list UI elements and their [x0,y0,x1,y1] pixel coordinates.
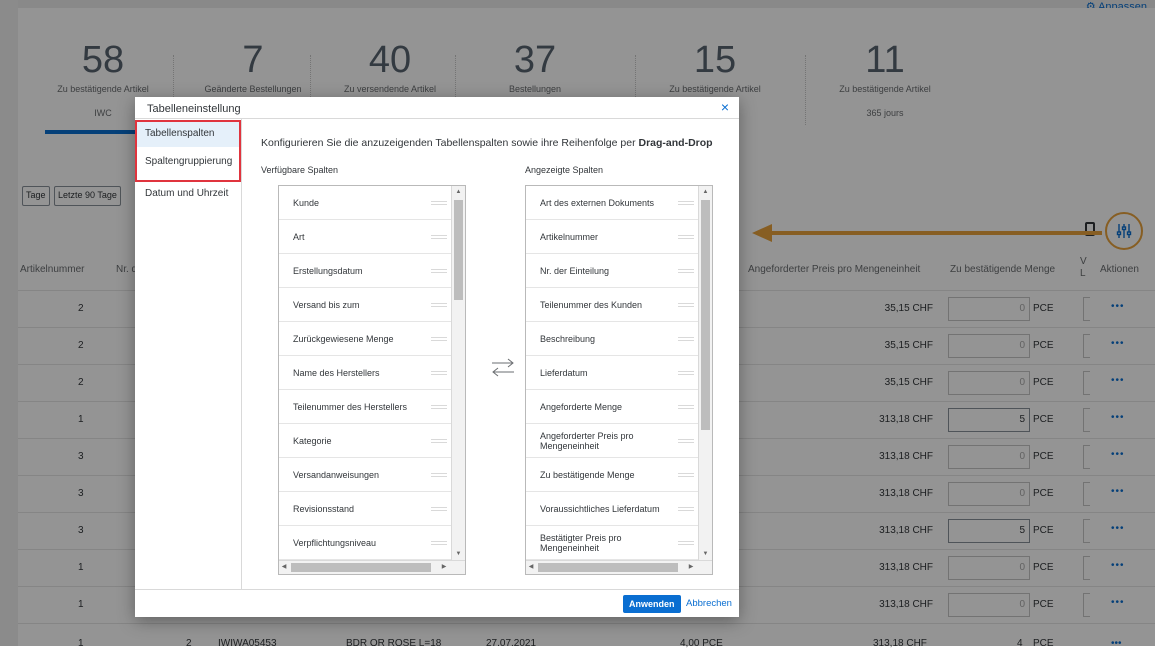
available-column-item[interactable]: Art [279,220,451,254]
column-name: Nr. der Einteilung [540,266,610,276]
available-column-item[interactable]: Revisionsstand [279,492,451,526]
drag-handle-icon[interactable] [431,405,447,409]
scroll-thumb[interactable] [291,563,431,572]
scroll-down-icon[interactable]: ▼ [699,548,712,560]
displayed-hscroll[interactable]: ◀ ▶ [526,560,712,574]
nav-item-date-time[interactable]: Datum und Uhrzeit [135,181,241,207]
scroll-thumb[interactable] [701,200,710,430]
scroll-right-icon[interactable]: ▶ [686,561,696,574]
column-name: Teilenummer des Herstellers [293,402,408,412]
column-name: Teilenummer des Kunden [540,300,643,310]
available-hscroll[interactable]: ◀ ▶ [279,560,465,574]
column-name: Angeforderter Preis pro Mengeneinheit [540,431,634,451]
dialog-title: Tabelleneinstellung [147,103,241,115]
available-column-item[interactable]: Erstellungsdatum [279,254,451,288]
column-name: Kunde [293,198,320,208]
scroll-up-icon[interactable]: ▲ [452,186,465,198]
column-name: Kategorie [293,436,332,446]
scroll-left-icon[interactable]: ◀ [279,561,289,574]
drag-handle-icon[interactable] [431,541,447,545]
available-column-item[interactable]: Versandanweisungen [279,458,451,492]
displayed-column-item[interactable]: Zu bestätigende Menge [526,458,698,492]
scroll-right-icon[interactable]: ▶ [439,561,449,574]
scroll-up-icon[interactable]: ▲ [699,186,712,198]
displayed-column-item[interactable]: Beschreibung [526,322,698,356]
scroll-thumb[interactable] [538,563,678,572]
scroll-thumb[interactable] [454,200,463,300]
cancel-button[interactable]: Abbrechen [686,595,732,613]
displayed-column-item[interactable]: Nr. der Einteilung [526,254,698,288]
close-icon[interactable]: × [721,99,729,115]
column-name: Art des externen Dokuments [540,198,655,208]
column-name: Name des Herstellers [293,368,380,378]
available-column-item[interactable]: Zurückgewiesene Menge [279,322,451,356]
column-name: Artikelnummer [540,232,599,242]
displayed-column-item[interactable]: Angeforderter Preis pro Mengeneinheit [526,424,698,458]
available-columns-list[interactable]: Kunde Art Erstellungsdatum Versand bis zum Z… [278,185,466,575]
available-column-item[interactable]: Versand bis zum [279,288,451,322]
column-name: Voraussichtliches Lieferdatum [540,504,660,514]
column-name: Verpflichtungsniveau [293,538,377,548]
drag-handle-icon[interactable] [431,269,447,273]
scroll-down-icon[interactable]: ▼ [452,548,465,560]
displayed-columns-list[interactable]: Art des externen Dokuments Artikelnummer N… [525,185,713,575]
drag-handle-icon[interactable] [678,201,694,205]
displayed-column-item[interactable]: Artikelnummer [526,220,698,254]
column-name: Bestätigter Preis pro Mengeneinheit [540,533,622,553]
drag-handle-icon[interactable] [431,371,447,375]
drag-handle-icon[interactable] [678,303,694,307]
column-name: Lieferdatum [540,368,588,378]
available-column-item[interactable]: Verpflichtungsniveau [279,526,451,560]
drag-handle-icon[interactable] [678,405,694,409]
drag-handle-icon[interactable] [431,303,447,307]
available-vscroll[interactable]: ▲ ▼ [451,186,465,560]
displayed-vscroll[interactable]: ▲ ▼ [698,186,712,560]
drag-handle-icon[interactable] [678,439,694,443]
available-column-item[interactable]: Teilenummer des Herstellers [279,390,451,424]
drag-handle-icon[interactable] [431,507,447,511]
scroll-left-icon[interactable]: ◀ [526,561,536,574]
drag-handle-icon[interactable] [431,201,447,205]
column-name: Zurückgewiesene Menge [293,334,394,344]
column-name: Beschreibung [540,334,596,344]
displayed-column-item[interactable]: Angeforderte Menge [526,390,698,424]
displayed-column-item[interactable]: Lieferdatum [526,356,698,390]
nav-highlight-box [135,120,241,182]
drag-handle-icon[interactable] [678,507,694,511]
displayed-column-item[interactable]: Teilenummer des Kunden [526,288,698,322]
column-name: Angeforderte Menge [540,402,623,412]
column-name: Versandanweisungen [293,470,380,480]
displayed-columns-label: Angezeigte Spalten [525,165,604,175]
column-name: Art [293,232,305,242]
dialog-nav: Tabellenspalten Spaltengruppierung Datum… [135,119,242,589]
drag-handle-icon[interactable] [678,235,694,239]
available-column-item[interactable]: Kategorie [279,424,451,458]
available-columns-label: Verfügbare Spalten [261,165,339,175]
dialog-description: Konfigurieren Sie die anzuzeigenden Tabe… [261,137,713,149]
displayed-column-item[interactable]: Voraussichtliches Lieferdatum [526,492,698,526]
column-name: Revisionsstand [293,504,355,514]
drag-handle-icon[interactable] [431,473,447,477]
dialog-footer-divider [135,589,739,590]
displayed-column-item[interactable]: Art des externen Dokuments [526,186,698,220]
column-name: Erstellungsdatum [293,266,363,276]
drag-handle-icon[interactable] [431,235,447,239]
available-column-item[interactable]: Name des Herstellers [279,356,451,390]
displayed-column-item[interactable]: Bestätigter Preis pro Mengeneinheit [526,526,698,560]
drag-handle-icon[interactable] [678,371,694,375]
drag-handle-icon[interactable] [678,473,694,477]
drag-handle-icon[interactable] [431,439,447,443]
apply-button[interactable]: Anwenden [623,595,681,613]
available-column-item[interactable]: Kunde [279,186,451,220]
drag-handle-icon[interactable] [678,269,694,273]
drag-handle-icon[interactable] [431,337,447,341]
drag-handle-icon[interactable] [678,541,694,545]
transfer-arrows-icon [492,358,514,377]
drag-handle-icon[interactable] [678,337,694,341]
table-settings-dialog: Tabelleneinstellung × Tabellenspalten Sp… [135,97,739,617]
column-name: Zu bestätigende Menge [540,470,635,480]
column-name: Versand bis zum [293,300,360,310]
